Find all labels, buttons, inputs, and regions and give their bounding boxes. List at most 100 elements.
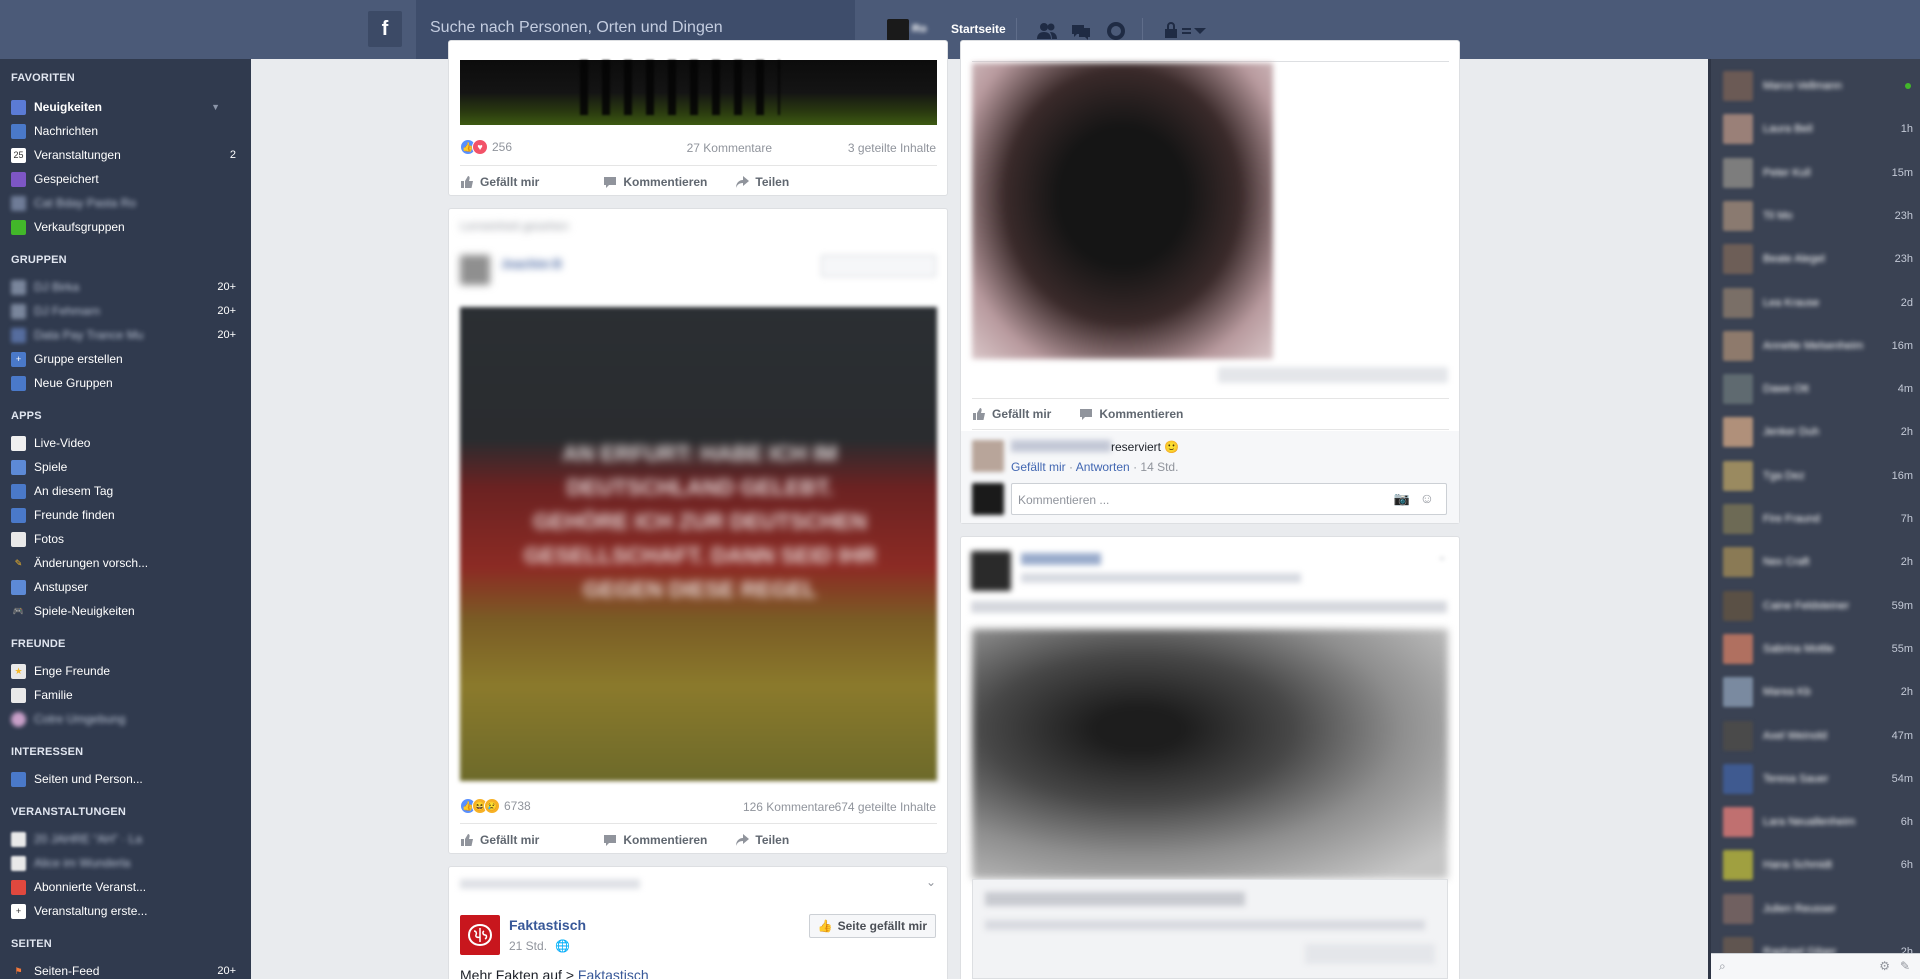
- comment-like-link[interactable]: Gefällt mir: [1011, 460, 1066, 474]
- post-image[interactable]: [972, 63, 1273, 359]
- chat-contact[interactable]: Marea Kb 2h: [1723, 677, 1913, 708]
- sidebar-item-news-feed[interactable]: Neuigkeiten ▼: [11, 97, 236, 117]
- chat-contact[interactable]: Axel Weinold 47m: [1723, 720, 1913, 751]
- home-link[interactable]: Startseite: [951, 22, 1006, 36]
- chevron-down-icon[interactable]: [1189, 20, 1206, 42]
- sidebar-item-create-group[interactable]: + Gruppe erstellen: [11, 349, 236, 369]
- sidebar-item-saved[interactable]: Gespeichert: [11, 169, 236, 189]
- sidebar-item-subscribed-events[interactable]: Abonnierte Veranst...: [11, 877, 236, 897]
- sidebar-item-suggest-edits[interactable]: ✎ Änderungen vorsch...: [11, 553, 236, 573]
- sidebar-item-live-video[interactable]: Live-Video: [11, 433, 236, 453]
- sidebar-item-create-event[interactable]: + Veranstaltung erste...: [11, 901, 236, 921]
- comment-count[interactable]: 126 Kommentare: [743, 800, 835, 814]
- link-preview[interactable]: [972, 879, 1448, 979]
- post-author[interactable]: Joachim B: [501, 257, 562, 271]
- chat-contact[interactable]: Lea Krause 2d: [1723, 287, 1913, 318]
- chat-contact[interactable]: Annette Melsenheim 16m: [1723, 330, 1913, 361]
- avatar[interactable]: [460, 255, 490, 285]
- comment-button[interactable]: Kommentieren: [603, 833, 707, 847]
- chat-contact[interactable]: Hana Schmidt 6h: [1723, 850, 1913, 881]
- sidebar-item-messages[interactable]: Nachrichten: [11, 121, 236, 141]
- sidebar-item-group[interactable]: Data Pay Trance Mu 20+: [11, 325, 236, 345]
- avatar[interactable]: [972, 440, 1004, 472]
- chevron-down-icon[interactable]: ▼: [211, 102, 220, 112]
- chevron-down-icon[interactable]: ⌄: [1437, 549, 1447, 563]
- facebook-logo[interactable]: f: [368, 11, 402, 47]
- sidebar-item-group[interactable]: Cat Bday Pasta Ro: [11, 193, 236, 213]
- chat-contact[interactable]: Jenker Duh 2h: [1723, 417, 1913, 448]
- post-author[interactable]: [1021, 553, 1101, 565]
- sidebar-item-event[interactable]: 20 JAHRE “AH” · La: [11, 829, 236, 849]
- comment-author[interactable]: [1011, 440, 1111, 452]
- share-button[interactable]: Teilen: [735, 833, 789, 847]
- page-link[interactable]: Faktastisch: [578, 967, 649, 979]
- post-time[interactable]: 21 Std. 🌐: [509, 939, 570, 953]
- sidebar-item-family[interactable]: Familie: [11, 685, 236, 705]
- profile-name[interactable]: Ro: [912, 23, 927, 35]
- chat-contact[interactable]: Nex Craft 2h: [1723, 547, 1913, 578]
- chat-contact[interactable]: Caine Feldsteiner 59m: [1723, 590, 1913, 621]
- post-image[interactable]: [972, 629, 1448, 879]
- post-image[interactable]: [460, 60, 937, 125]
- chat-contact[interactable]: Sabrina Mottle 55m: [1723, 633, 1913, 664]
- sidebar-item-on-this-day[interactable]: An diesem Tag: [11, 481, 236, 501]
- sidebar-item-group[interactable]: DJ Birka 20+: [11, 277, 236, 297]
- sidebar-item-sale-groups[interactable]: Verkaufsgruppen: [11, 217, 236, 237]
- sidebar-item-pages-people[interactable]: Seiten und Person...: [11, 769, 236, 789]
- reaction-summary[interactable]: 👍 😆 😢 6738: [460, 798, 531, 814]
- privacy-lock-icon[interactable]: [1160, 20, 1177, 42]
- chat-contact[interactable]: Lara Neuallenheim 6h: [1723, 807, 1913, 838]
- chat-contact[interactable]: Peter Kull 15m: [1723, 157, 1913, 188]
- sidebar-item-group[interactable]: DJ Fehmarn 20+: [11, 301, 236, 321]
- chat-contact[interactable]: Til Mo 23h: [1723, 200, 1913, 231]
- sidebar-item-game-news[interactable]: 🎮 Spiele-Neuigkeiten: [11, 601, 236, 621]
- notifications-globe-icon[interactable]: [1105, 20, 1127, 42]
- link-button[interactable]: [1305, 944, 1435, 964]
- like-button[interactable]: Gefällt mir: [460, 833, 539, 847]
- avatar[interactable]: [887, 19, 909, 41]
- chat-contact[interactable]: Dawe Ott 4m: [1723, 374, 1913, 405]
- sidebar-item-pages-feed[interactable]: ⚑ Seiten-Feed 20+: [11, 961, 236, 979]
- share-count[interactable]: 674 geteilte Inhalte: [835, 800, 936, 814]
- chat-contact[interactable]: Tga Dez 16m: [1723, 460, 1913, 491]
- sidebar-item-find-friends[interactable]: Freunde finden: [11, 505, 236, 525]
- chat-contact[interactable]: Julien Reusser: [1723, 893, 1913, 924]
- chat-contact[interactable]: Beate Alegel 23h: [1723, 244, 1913, 275]
- sidebar-item-event[interactable]: Alice im Wunderla: [11, 853, 236, 873]
- sidebar-item-events[interactable]: 25 Veranstaltungen 2: [11, 145, 236, 165]
- chat-contact[interactable]: Fire Fraund 7h: [1723, 504, 1913, 534]
- like-button[interactable]: Gefällt mir: [972, 407, 1051, 421]
- like-button[interactable]: Gefällt mir: [460, 175, 539, 189]
- follow-button[interactable]: [821, 255, 936, 277]
- camera-icon[interactable]: 📷: [1394, 491, 1410, 507]
- comment-button[interactable]: Kommentieren: [603, 175, 707, 189]
- share-count[interactable]: 3 geteilte Inhalte: [848, 141, 936, 155]
- comment-reply-link[interactable]: Antworten: [1076, 460, 1130, 474]
- avatar[interactable]: [971, 551, 1011, 591]
- emoji-icon[interactable]: ☺: [1420, 490, 1434, 506]
- gear-icon[interactable]: ⚙: [1879, 959, 1890, 973]
- chat-contact[interactable]: Marco Vellmann: [1723, 71, 1913, 101]
- chevron-down-icon[interactable]: ⌄: [926, 875, 936, 889]
- sidebar-item-close-friends[interactable]: ★ Enge Freunde: [11, 661, 236, 681]
- sidebar-item-pokes[interactable]: Anstupser: [11, 577, 236, 597]
- chat-contact[interactable]: Laura Beil 1h: [1723, 114, 1913, 145]
- share-button[interactable]: Teilen: [735, 175, 789, 189]
- sidebar-item-photos[interactable]: Fotos: [11, 529, 236, 549]
- reaction-summary[interactable]: 👍 ♥ 256: [460, 139, 512, 155]
- comment-button[interactable]: Kommentieren: [1079, 407, 1183, 421]
- like-page-button[interactable]: 👍 Seite gefällt mir: [808, 914, 936, 938]
- page-name[interactable]: Faktastisch: [509, 917, 586, 933]
- page-avatar[interactable]: [460, 915, 500, 955]
- post-image[interactable]: AN ERFURT: HABE ICH IM DEUTSCHLAND GELEB…: [460, 307, 937, 781]
- messages-icon[interactable]: [1070, 20, 1092, 42]
- see-more-link[interactable]: [1218, 367, 1448, 383]
- sidebar-item-games[interactable]: Spiele: [11, 457, 236, 477]
- search-icon[interactable]: ⌕: [1719, 959, 1726, 974]
- sidebar-item-nearby[interactable]: Cotre Umgebung: [11, 709, 236, 729]
- new-message-icon[interactable]: ✎: [1900, 959, 1910, 973]
- sidebar-item-new-groups[interactable]: Neue Gruppen: [11, 373, 236, 393]
- comment-input[interactable]: Kommentieren ... 📷 ☺: [1011, 483, 1447, 515]
- comment-count[interactable]: 27 Kommentare: [687, 141, 772, 155]
- chat-contact[interactable]: Teresa Sauer 54m: [1723, 763, 1913, 794]
